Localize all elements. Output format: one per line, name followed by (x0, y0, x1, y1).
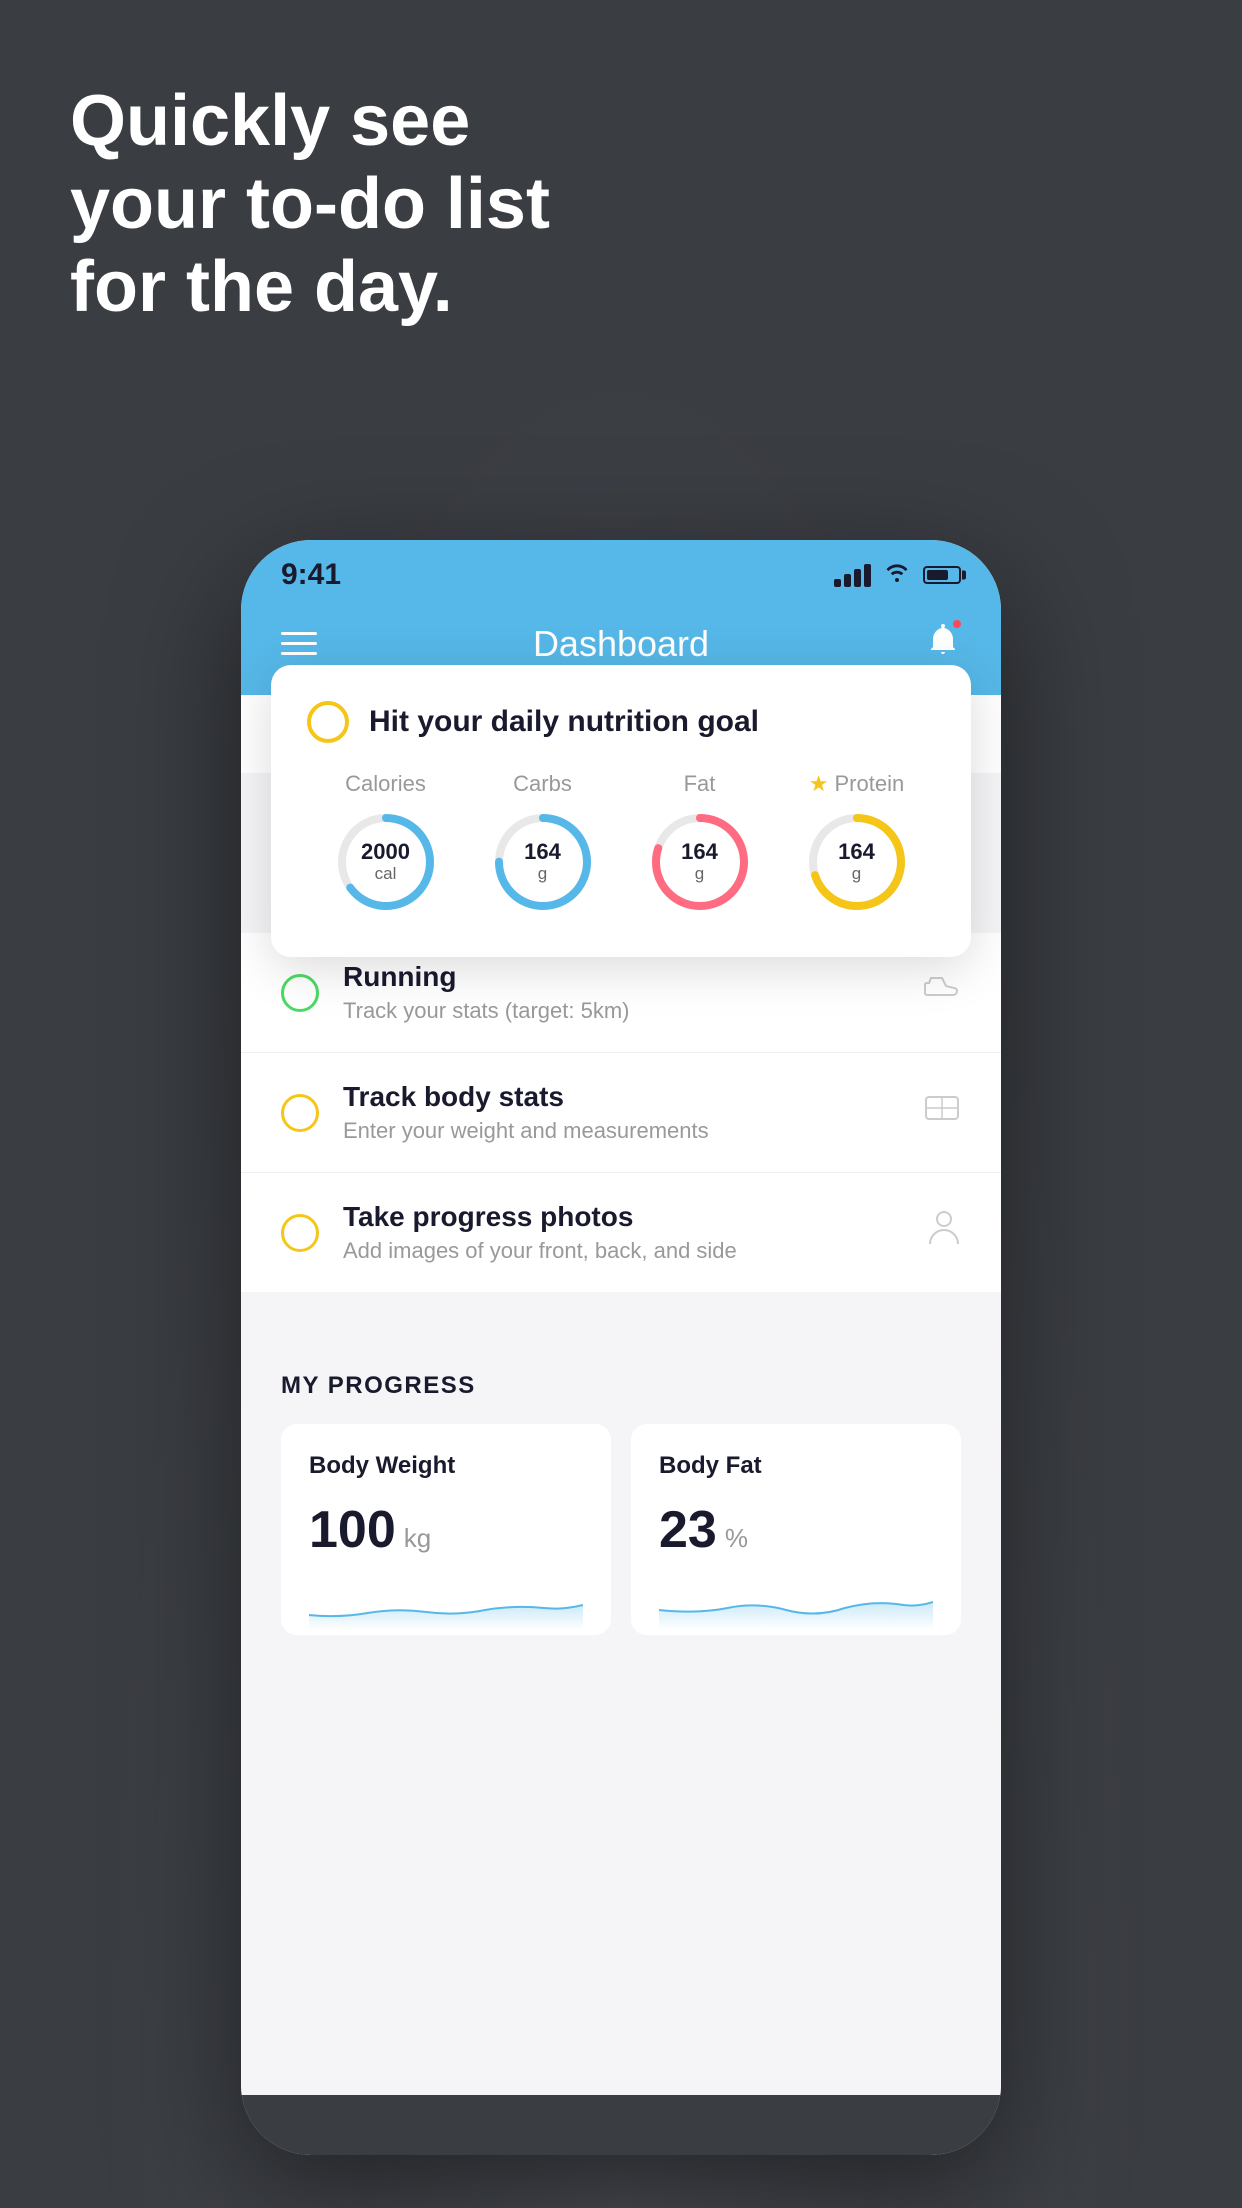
body-fat-chart (659, 1580, 933, 1630)
body-weight-chart (309, 1580, 583, 1630)
phone-shell: 9:41 Dashboard (241, 540, 1001, 2155)
body-stats-checkbox[interactable] (281, 1094, 319, 1132)
signal-icon (834, 564, 871, 587)
body-stats-title: Track body stats (343, 1081, 923, 1113)
fat-value: 164 (681, 840, 718, 864)
phone-content: THINGS TO DO TODAY Hit your daily nutrit… (241, 695, 1001, 2095)
running-subtitle: Track your stats (target: 5km) (343, 998, 923, 1024)
fat-unit: g (681, 864, 718, 884)
fat-item: Fat 164 g (645, 771, 755, 917)
status-time: 9:41 (281, 558, 341, 592)
calories-value: 2000 (361, 840, 410, 864)
carbs-label: Carbs (513, 771, 572, 797)
hero-line2: your to-do list (70, 163, 550, 246)
card-header: Hit your daily nutrition goal (307, 701, 935, 743)
todo-list: Running Track your stats (target: 5km) T… (241, 933, 1001, 1292)
goal-checkbox[interactable] (307, 701, 349, 743)
progress-header: MY PROGRESS (281, 1372, 961, 1400)
status-icons (834, 561, 961, 589)
calories-label: Calories (345, 771, 426, 797)
photos-checkbox[interactable] (281, 1214, 319, 1252)
carbs-item: Carbs 164 g (488, 771, 598, 917)
person-icon (927, 1210, 961, 1255)
protein-ring: 164 g (802, 807, 912, 917)
body-fat-title: Body Fat (659, 1452, 933, 1480)
todo-item-photos[interactable]: Take progress photos Add images of your … (241, 1173, 1001, 1292)
hero-line1: Quickly see (70, 80, 550, 163)
battery-icon (923, 566, 961, 584)
phone-bottom (241, 2095, 1001, 2155)
photos-subtitle: Add images of your front, back, and side (343, 1238, 927, 1264)
protein-item: ★ Protein 164 g (802, 771, 912, 917)
body-fat-card: Body Fat 23 % (631, 1424, 961, 1635)
body-weight-card: Body Weight 100 kg (281, 1424, 611, 1635)
calories-item: Calories 2000 cal (331, 771, 441, 917)
hero-line3: for the day. (70, 246, 550, 329)
calories-ring: 2000 cal (331, 807, 441, 917)
progress-cards: Body Weight 100 kg (281, 1424, 961, 1635)
body-stats-subtitle: Enter your weight and measurements (343, 1118, 923, 1144)
star-icon: ★ (809, 771, 829, 797)
running-checkbox[interactable] (281, 974, 319, 1012)
notification-dot (951, 618, 963, 630)
protein-label: Protein (835, 771, 905, 797)
hero-text: Quickly see your to-do list for the day. (70, 80, 550, 328)
body-fat-value: 23 (659, 1500, 717, 1560)
todo-item-body-stats[interactable]: Track body stats Enter your weight and m… (241, 1053, 1001, 1173)
carbs-unit: g (524, 864, 561, 884)
card-title: Hit your daily nutrition goal (369, 705, 759, 739)
fat-ring: 164 g (645, 807, 755, 917)
menu-button[interactable] (281, 632, 317, 655)
carbs-value: 164 (524, 840, 561, 864)
running-title: Running (343, 961, 923, 993)
progress-section: MY PROGRESS Body Weight 100 kg (241, 1332, 1001, 1635)
body-weight-value: 100 (309, 1500, 396, 1560)
body-weight-title: Body Weight (309, 1452, 583, 1480)
scale-icon (923, 1093, 961, 1132)
nutrition-card: Hit your daily nutrition goal Calories 2… (271, 665, 971, 957)
status-bar: 9:41 (241, 540, 1001, 602)
notification-bell-button[interactable] (925, 620, 961, 667)
carbs-ring: 164 g (488, 807, 598, 917)
shoe-icon (923, 973, 961, 1012)
protein-unit: g (838, 864, 875, 884)
wifi-icon (883, 561, 911, 589)
photos-title: Take progress photos (343, 1201, 927, 1233)
nav-title: Dashboard (533, 623, 709, 665)
body-fat-unit: % (725, 1523, 748, 1554)
calories-unit: cal (361, 864, 410, 884)
protein-value: 164 (838, 840, 875, 864)
body-weight-unit: kg (404, 1523, 431, 1554)
nutrition-row: Calories 2000 cal Carbs (307, 771, 935, 917)
fat-label: Fat (684, 771, 716, 797)
